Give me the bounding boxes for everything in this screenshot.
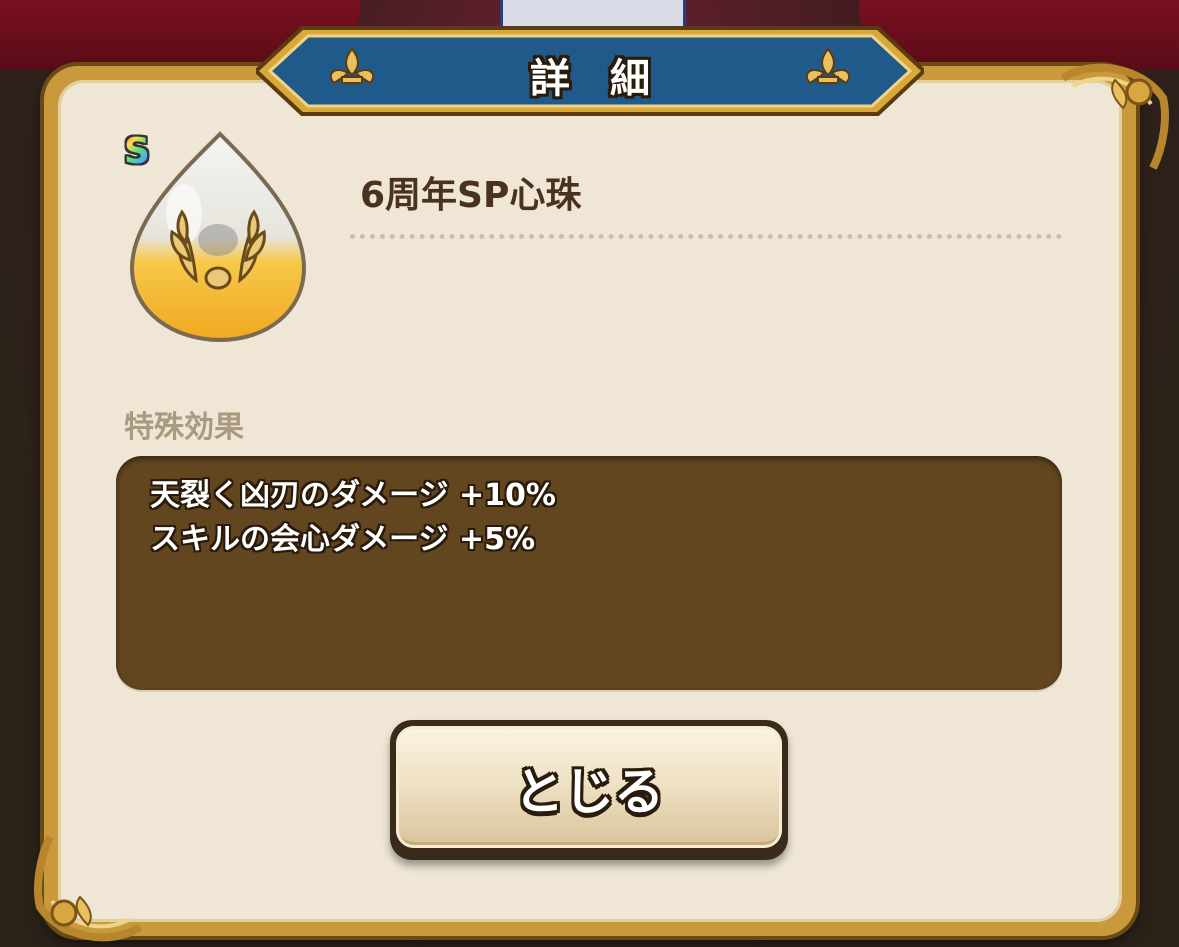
dialog-title: 詳細 — [530, 56, 690, 102]
dialog-header-banner: 詳細 — [256, 24, 924, 118]
close-button[interactable]: とじる — [390, 720, 788, 860]
close-button-label[interactable]: とじる — [390, 752, 788, 824]
special-effects-label: 特殊効果 — [124, 410, 244, 445]
rank-badge: S — [124, 131, 150, 172]
corner-ornament-icon — [34, 835, 143, 942]
item-name: 6周年SP心珠 — [360, 175, 582, 216]
effect-line: 天裂く凶刃のダメージ +10% — [150, 478, 556, 513]
corner-ornament-icon — [1060, 63, 1169, 170]
laurel-orb-icon — [129, 131, 307, 343]
effect-line: スキルの会心ダメージ +5% — [150, 522, 536, 557]
divider — [350, 234, 1062, 239]
special-effects-list: 天裂く凶刃のダメージ +10% スキルの会心ダメージ +5% — [150, 474, 556, 562]
